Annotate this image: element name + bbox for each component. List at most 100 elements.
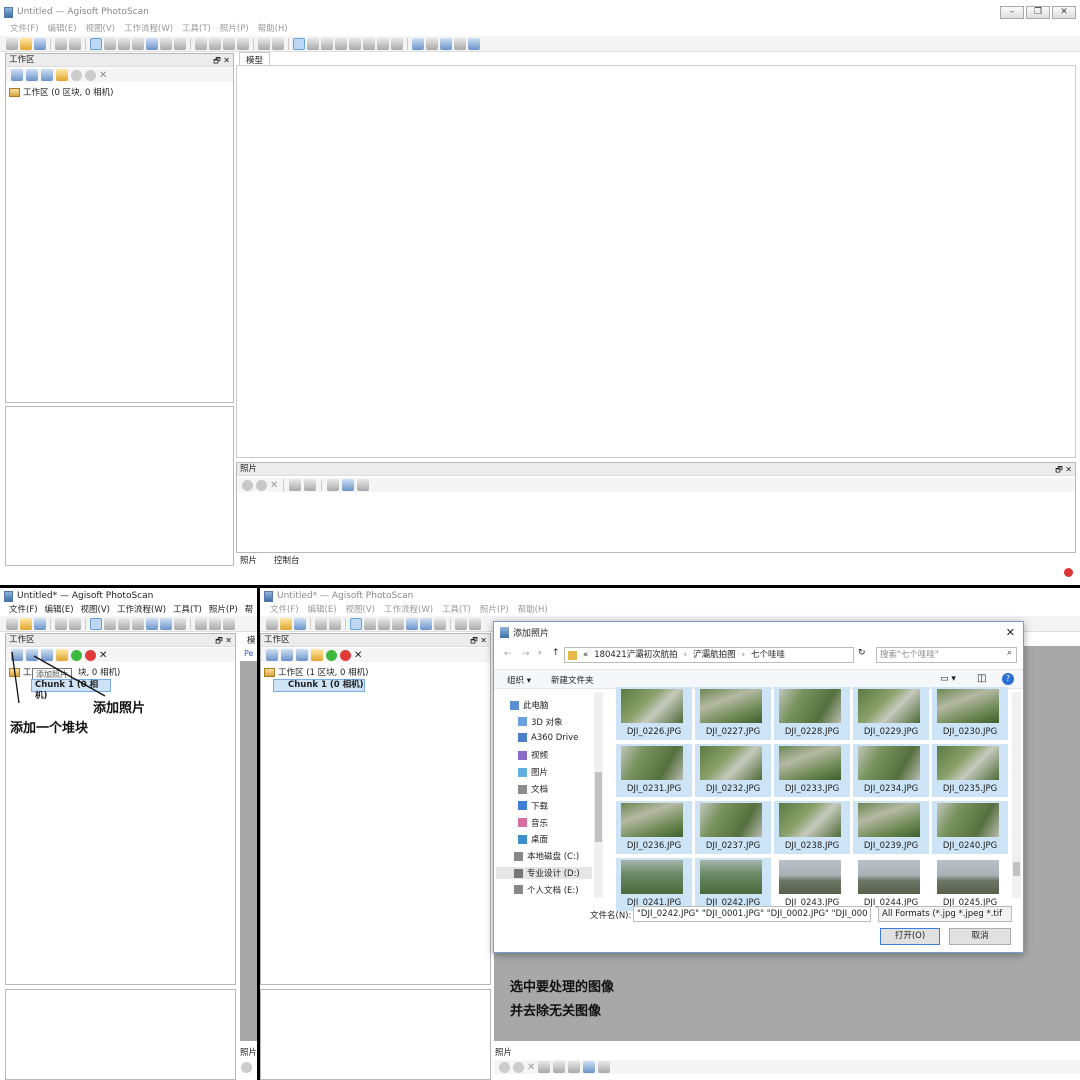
file-thumbnail[interactable]: DJI_0241.JPG <box>616 858 692 911</box>
rotate-right-icon[interactable] <box>538 1061 551 1073</box>
back-icon[interactable]: ← <box>504 649 512 659</box>
view-options-icon[interactable]: ▭ ▾ <box>940 674 956 684</box>
menu-item[interactable]: 视图(V) <box>86 22 115 34</box>
preview-pane-icon[interactable]: ◫ <box>977 673 986 684</box>
workspace-root[interactable]: 工作区 (0 区块, 0 相机) <box>9 86 113 98</box>
ruler-icon[interactable] <box>455 617 467 630</box>
file-thumbnail[interactable]: DJI_0228.JPG <box>774 687 850 740</box>
nav-item[interactable]: 3D 对象 <box>518 716 563 728</box>
recent-dropdown-icon[interactable]: ▾ <box>538 649 542 657</box>
enable-icon[interactable] <box>326 649 337 661</box>
rotate-region-icon[interactable] <box>434 617 446 630</box>
menu-item[interactable]: 文件(F) <box>270 603 299 615</box>
undo-icon[interactable] <box>315 617 327 630</box>
save-icon[interactable] <box>294 617 306 630</box>
file-thumbnail[interactable]: DJI_0233.JPG <box>774 744 850 797</box>
side-tab[interactable]: 模 <box>247 634 256 646</box>
nav-item[interactable]: 图片 <box>518 766 548 778</box>
mask-icon[interactable] <box>327 479 340 491</box>
resize-region-icon[interactable] <box>160 37 172 50</box>
enable-icon[interactable] <box>71 69 82 81</box>
file-thumbnail[interactable]: DJI_0242.JPG <box>695 858 771 911</box>
resize-region-icon[interactable] <box>160 617 172 630</box>
file-thumbnail[interactable]: DJI_0243.JPG <box>774 858 850 911</box>
pencil-icon[interactable] <box>237 37 249 50</box>
rect-select-icon[interactable] <box>104 37 116 50</box>
forward-icon[interactable]: → <box>522 649 530 659</box>
file-thumbnail[interactable]: DJI_0240.JPG <box>932 801 1008 854</box>
point-cloud-icon[interactable] <box>293 37 305 50</box>
tab-console[interactable]: 控制台 <box>274 554 300 566</box>
refresh-icon[interactable]: ↻ <box>858 648 866 658</box>
nav-item[interactable]: 专业设计 (D:) <box>496 867 592 879</box>
navigation-icon[interactable] <box>90 617 102 630</box>
menu-item[interactable]: 工作流程(W) <box>384 603 433 615</box>
ruler-icon[interactable] <box>195 37 207 50</box>
nav-item[interactable]: 音乐 <box>518 817 548 829</box>
solid-icon[interactable] <box>335 37 347 50</box>
minimize-button[interactable]: – <box>1000 6 1024 19</box>
add-marker-icon[interactable] <box>311 649 323 661</box>
dem-icon[interactable] <box>391 37 403 50</box>
file-thumbnail[interactable]: DJI_0235.JPG <box>932 744 1008 797</box>
new-folder-button[interactable]: 新建文件夹 <box>551 674 594 686</box>
organize-menu[interactable]: 组织 ▾ <box>507 674 531 686</box>
new-icon[interactable] <box>6 37 18 50</box>
rect-select-icon[interactable] <box>364 617 376 630</box>
resize-region-icon[interactable] <box>420 617 432 630</box>
disable-icon[interactable] <box>340 649 351 661</box>
circle-select-icon[interactable] <box>118 617 130 630</box>
menu-item[interactable]: 帮助(H) <box>518 603 548 615</box>
nav-item[interactable]: A360 Drive <box>518 733 578 743</box>
menu-item[interactable]: 工具(T) <box>173 603 202 615</box>
file-thumbnail[interactable]: DJI_0236.JPG <box>616 801 692 854</box>
move-region-icon[interactable] <box>406 617 418 630</box>
ruler-icon[interactable] <box>195 617 207 630</box>
delete-icon[interactable] <box>258 37 270 50</box>
circle-select-icon[interactable] <box>378 617 390 630</box>
menu-item[interactable]: 帮 <box>245 603 254 615</box>
maximize-button[interactable]: ❐ <box>1026 6 1050 19</box>
navigation-icon[interactable] <box>90 37 102 50</box>
add-photos-icon[interactable] <box>26 69 38 81</box>
nav-item[interactable]: 此电脑 <box>510 699 549 711</box>
menu-item[interactable]: 视图(V) <box>81 603 110 615</box>
chunk-item[interactable]: Chunk 1 (0 相机) <box>273 679 365 692</box>
menu-item[interactable]: 视图(V) <box>346 603 375 615</box>
polyline-icon[interactable] <box>209 617 221 630</box>
file-thumbnail[interactable]: DJI_0244.JPG <box>853 858 929 911</box>
file-thumbnail[interactable]: DJI_0245.JPG <box>932 858 1008 911</box>
tab-photos[interactable]: 照片 <box>240 554 257 566</box>
disable-icon[interactable] <box>85 69 96 81</box>
disable-cameras-icon[interactable] <box>513 1061 524 1073</box>
file-thumbnail[interactable]: DJI_0229.JPG <box>853 687 929 740</box>
remove-cameras-icon[interactable]: ✕ <box>527 1062 535 1073</box>
address-bar[interactable]: « 180421浐灞初次航拍 › 浐灞航拍图 › 七个哇哇 <box>564 647 854 663</box>
enable-cameras-icon[interactable] <box>241 1062 252 1073</box>
dialog-close-button[interactable]: ✕ <box>1006 626 1015 639</box>
rotate-region-icon[interactable] <box>174 617 186 630</box>
image-view-icon[interactable] <box>583 1061 596 1073</box>
move-region-icon[interactable] <box>146 37 158 50</box>
search-input[interactable]: 搜索"七个哇哇" <box>876 647 1017 663</box>
rotate-region-icon[interactable] <box>174 37 186 50</box>
files-scrollbar[interactable] <box>1012 692 1021 898</box>
up-icon[interactable]: ↑ <box>552 648 560 658</box>
nav-item[interactable]: 视频 <box>518 749 548 761</box>
filetype-select[interactable]: All Formats (*.jpg *.jpeg *.tif <box>878 906 1012 922</box>
save-icon[interactable] <box>34 617 46 630</box>
circle-select-icon[interactable] <box>118 37 130 50</box>
nav-item[interactable]: 本地磁盘 (C:) <box>514 850 579 862</box>
add-chunk-icon[interactable] <box>11 69 23 81</box>
nav-item[interactable]: 个人文档 (E:) <box>514 884 579 896</box>
trackball-icon[interactable] <box>468 37 480 50</box>
nav-item[interactable]: 文档 <box>518 783 548 795</box>
workspace-root[interactable]: 工作区 (1 区块, 0 相机) <box>264 666 368 678</box>
polyline-icon[interactable] <box>209 37 221 50</box>
polygon-icon[interactable] <box>223 37 235 50</box>
add-folder-icon[interactable] <box>41 69 53 81</box>
add-folder-icon[interactable] <box>296 649 308 661</box>
disable-cameras-icon[interactable] <box>256 479 267 491</box>
breadcrumb-item[interactable]: 180421浐灞初次航拍 <box>594 648 677 662</box>
open-icon[interactable] <box>280 617 292 630</box>
